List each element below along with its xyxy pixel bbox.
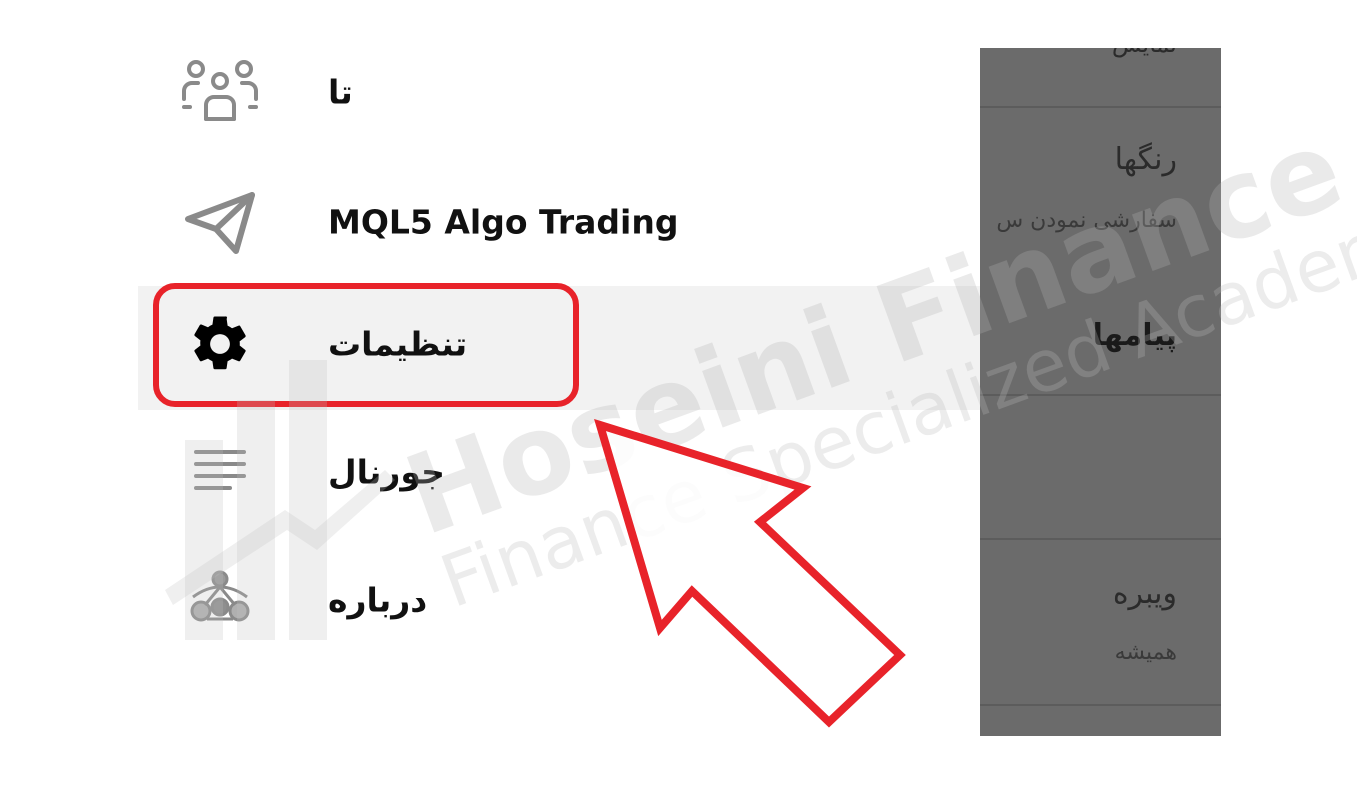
panel-messages-header: پیامها — [1092, 318, 1177, 353]
panel-colors-title: رنگها — [1114, 142, 1177, 177]
menu-item-ta[interactable]: تا — [150, 32, 970, 152]
menu-item-label: تا — [328, 72, 353, 112]
menu-item-mql5-algo-trading[interactable]: MQL5 Algo Trading — [150, 162, 970, 282]
watermark-logo — [165, 360, 395, 640]
divider — [980, 394, 1221, 396]
navigation-drawer: تا MQL5 Algo Trading تنظیمات درباره — [0, 0, 980, 785]
divider — [980, 704, 1221, 706]
people-icon — [180, 52, 260, 132]
divider — [980, 538, 1221, 540]
panel-top-cut-text: نمایش — [1112, 48, 1177, 58]
telegram-icon — [180, 182, 260, 262]
settings-panel-dimmed: نمایش رنگها سفارشی نمودن س پیامها ویبره … — [980, 48, 1221, 736]
menu-item-label: MQL5 Algo Trading — [328, 202, 679, 242]
panel-vibrate-title: ویبره — [1112, 576, 1177, 611]
divider — [980, 106, 1221, 108]
panel-vibrate-subtitle: همیشه — [1114, 640, 1177, 665]
panel-colors-subtitle: سفارشی نمودن س — [996, 208, 1177, 233]
